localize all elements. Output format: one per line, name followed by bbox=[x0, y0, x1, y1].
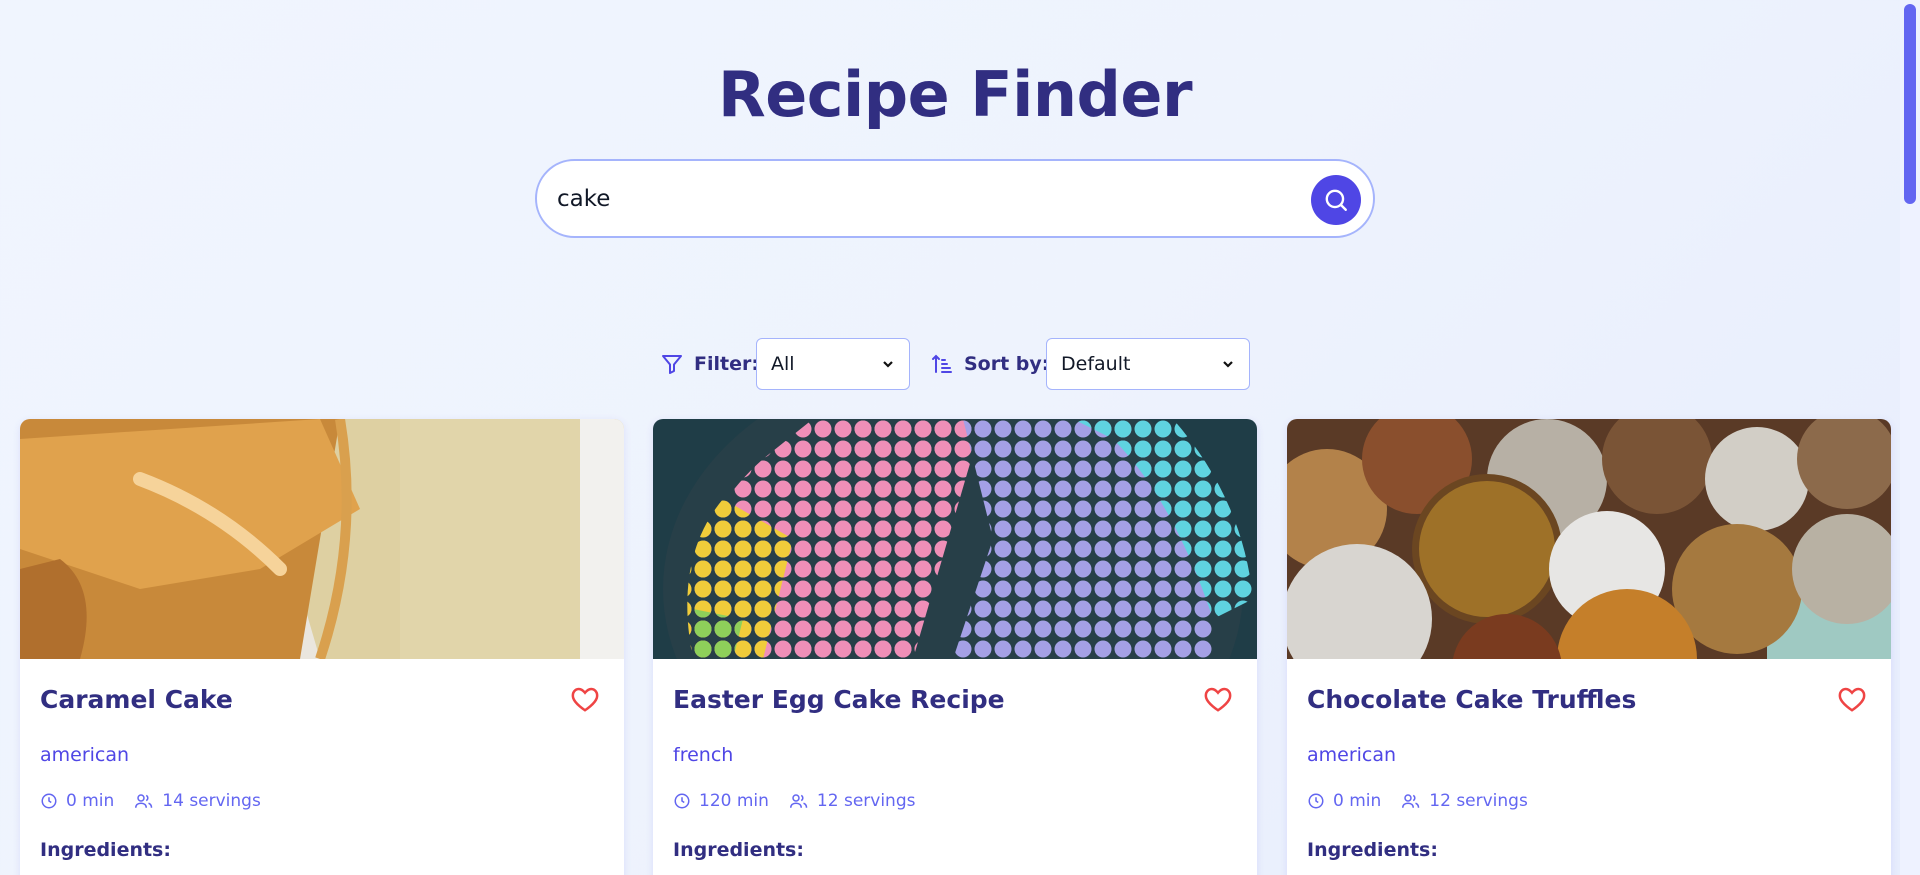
sort-select-value: Default bbox=[1061, 353, 1131, 375]
users-icon bbox=[135, 794, 153, 808]
clock-icon bbox=[1308, 793, 1324, 809]
filter-select-value: All bbox=[771, 353, 795, 375]
filter-sort-bar: Filter: All Sort by: Default bbox=[0, 338, 1910, 390]
chevron-down-icon bbox=[883, 361, 893, 368]
recipe-image bbox=[1287, 419, 1891, 659]
sort-label: Sort by: bbox=[964, 353, 1050, 375]
filter-select[interactable]: All bbox=[756, 338, 910, 390]
page: Recipe Finder Filter: All bbox=[0, 0, 1900, 875]
search-button[interactable] bbox=[1311, 175, 1361, 225]
page-title: Recipe Finder bbox=[717, 58, 1193, 131]
recipe-cuisine: french bbox=[673, 744, 734, 766]
recipe-cuisine: american bbox=[40, 744, 130, 766]
ingredients-heading: Ingredients: bbox=[1307, 839, 1438, 861]
scrollbar[interactable] bbox=[1900, 0, 1920, 875]
servings-info: 12 servings bbox=[1401, 791, 1528, 811]
recipe-meta: 120 min 12 servings bbox=[673, 791, 935, 811]
filter-label: Filter: bbox=[694, 353, 759, 375]
time-info: 0 min bbox=[40, 791, 114, 811]
recipe-card[interactable]: Easter Egg Cake Recipe french 120 min 12… bbox=[653, 419, 1257, 875]
favorite-button[interactable] bbox=[570, 685, 600, 717]
recipe-card[interactable]: Chocolate Cake Truffles american 0 min 1… bbox=[1287, 419, 1891, 875]
recipe-cuisine: american bbox=[1307, 744, 1397, 766]
recipe-image bbox=[653, 419, 1257, 659]
recipe-title: Chocolate Cake Truffles bbox=[1307, 685, 1637, 714]
recipe-card[interactable]: Caramel Cake american 0 min 14 servings … bbox=[20, 419, 624, 875]
clock-icon bbox=[674, 793, 690, 809]
recipe-title: Caramel Cake bbox=[40, 685, 233, 714]
search-input[interactable] bbox=[557, 175, 1257, 223]
servings-info: 14 servings bbox=[134, 791, 261, 811]
favorite-button[interactable] bbox=[1837, 685, 1867, 717]
search-icon bbox=[1325, 189, 1347, 211]
recipe-meta: 0 min 12 servings bbox=[1307, 791, 1548, 811]
clock-icon bbox=[41, 793, 57, 809]
scrollbar-thumb[interactable] bbox=[1904, 4, 1916, 204]
recipe-time: 0 min bbox=[66, 791, 115, 811]
filter-control: Filter: bbox=[660, 338, 759, 390]
ingredients-heading: Ingredients: bbox=[40, 839, 171, 861]
time-info: 120 min bbox=[673, 791, 769, 811]
sort-control: Sort by: bbox=[930, 338, 1049, 390]
sort-select[interactable]: Default bbox=[1046, 338, 1250, 390]
time-info: 0 min bbox=[1307, 791, 1381, 811]
recipe-title: Easter Egg Cake Recipe bbox=[673, 685, 1005, 714]
favorite-button[interactable] bbox=[1203, 685, 1233, 717]
sort-icon bbox=[932, 354, 952, 373]
recipe-time: 0 min bbox=[1333, 791, 1382, 811]
recipe-servings: 12 servings bbox=[1429, 791, 1528, 811]
recipe-servings: 14 servings bbox=[162, 791, 261, 811]
ingredients-heading: Ingredients: bbox=[673, 839, 804, 861]
chevron-down-icon bbox=[1223, 361, 1233, 368]
heart-icon bbox=[1838, 687, 1866, 712]
filter-icon bbox=[662, 355, 682, 374]
recipe-servings: 12 servings bbox=[816, 791, 916, 811]
search-bar bbox=[535, 159, 1375, 238]
recipe-image bbox=[20, 419, 624, 659]
heart-icon bbox=[1204, 687, 1232, 712]
users-icon bbox=[1402, 794, 1420, 808]
heart-icon bbox=[571, 687, 599, 712]
recipe-time: 120 min bbox=[699, 791, 769, 811]
recipe-meta: 0 min 14 servings bbox=[40, 791, 281, 811]
users-icon bbox=[789, 794, 808, 808]
servings-info: 12 servings bbox=[789, 791, 916, 811]
